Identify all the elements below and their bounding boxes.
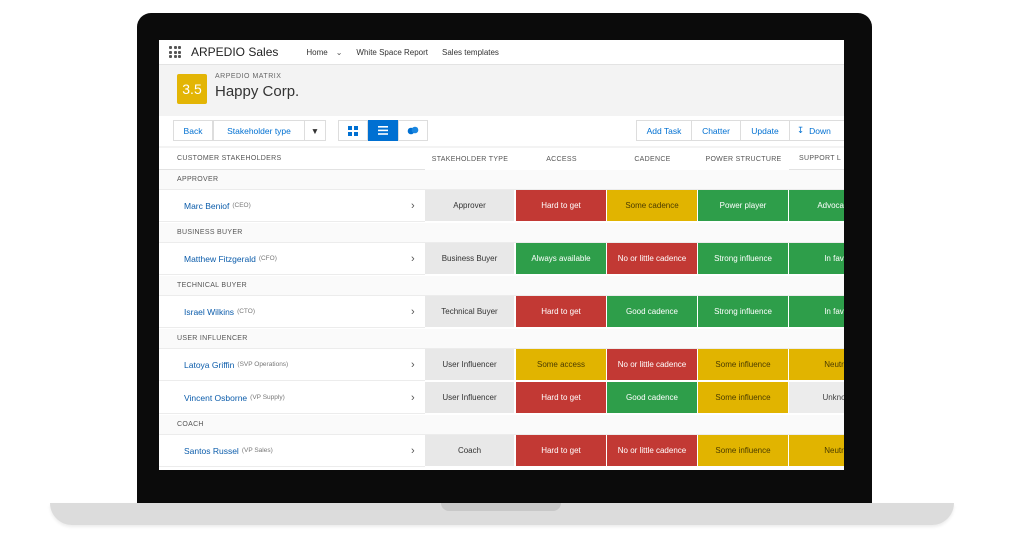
- cadence-cell[interactable]: Good cadence: [607, 382, 698, 414]
- stakeholder-link[interactable]: Marc Beniof (CEO) ›: [159, 190, 425, 222]
- record-header: 3.5 ARPEDIO MATRIX Happy Corp.: [159, 66, 844, 114]
- stakeholder-name[interactable]: Latoya Griffin: [184, 360, 234, 370]
- chevron-down-icon[interactable]: ⌄: [336, 48, 343, 57]
- stakeholder-link[interactable]: Matthew Fitzgerald (CFO) ›: [159, 243, 425, 275]
- column-header-cadence: CADENCE: [607, 148, 698, 171]
- nav-white-space-report[interactable]: White Space Report: [356, 48, 428, 57]
- stakeholder-link[interactable]: Vincent Osborne (VP Supply) ›: [159, 382, 425, 414]
- chevron-right-icon[interactable]: ›: [411, 445, 415, 457]
- group-label: TECHNICAL BUYER: [159, 276, 844, 296]
- stakeholder-type-cell: Approver: [425, 190, 515, 222]
- top-nav: ARPEDIO Sales Home ⌄ White Space Report …: [159, 40, 844, 65]
- list-view-icon[interactable]: [368, 120, 398, 141]
- power-structure-cell[interactable]: Some influence: [698, 349, 789, 381]
- stakeholder-role: (VP Supply): [250, 394, 285, 401]
- download-button[interactable]: ↧ Down: [789, 120, 844, 141]
- nav-sales-templates[interactable]: Sales templates: [442, 48, 499, 57]
- power-structure-cell[interactable]: Strong influence: [698, 243, 789, 275]
- download-icon: ↧: [797, 125, 805, 135]
- stakeholder-type-cell: User Influencer: [425, 382, 515, 414]
- support-cell[interactable]: In fav: [789, 296, 844, 328]
- chevron-right-icon[interactable]: ›: [411, 306, 415, 318]
- stakeholder-type-cell: Business Buyer: [425, 243, 515, 275]
- stakeholder-name[interactable]: Matthew Fitzgerald: [184, 254, 256, 264]
- cadence-cell[interactable]: No or little cadence: [607, 435, 698, 467]
- relationship-map-icon[interactable]: [398, 120, 428, 141]
- power-structure-cell[interactable]: Some influence: [698, 382, 789, 414]
- column-header-power-structure: POWER STRUCTURE: [698, 148, 789, 171]
- app-name: ARPEDIO Sales: [191, 45, 279, 59]
- stakeholder-link[interactable]: Santos Russel (VP Sales) ›: [159, 435, 425, 467]
- support-cell[interactable]: Advocate: [789, 190, 844, 222]
- column-header-stakeholder-type: STAKEHOLDER TYPE: [425, 148, 515, 171]
- chevron-right-icon[interactable]: ›: [411, 253, 415, 265]
- chevron-right-icon[interactable]: ›: [411, 200, 415, 212]
- stakeholder-role: (CFO): [258, 255, 277, 262]
- chevron-right-icon[interactable]: ›: [411, 359, 415, 371]
- chatter-button[interactable]: Chatter: [691, 120, 741, 141]
- stakeholder-name[interactable]: Israel Wilkins: [184, 307, 234, 317]
- stakeholder-role: (CEO): [232, 202, 251, 209]
- stakeholder-link[interactable]: Latoya Griffin (SVP Operations) ›: [159, 349, 425, 381]
- power-structure-cell[interactable]: Some influence: [698, 435, 789, 467]
- stakeholder-type-cell: Coach: [425, 435, 515, 467]
- support-cell[interactable]: In fav: [789, 243, 844, 275]
- access-cell[interactable]: Always available: [516, 243, 607, 275]
- column-header-access: ACCESS: [516, 148, 607, 171]
- chevron-right-icon[interactable]: ›: [411, 392, 415, 404]
- score-badge: 3.5: [177, 74, 207, 104]
- cadence-cell[interactable]: Good cadence: [607, 296, 698, 328]
- group-label: COACH: [159, 415, 844, 435]
- dropdown-caret-icon[interactable]: ▼: [304, 120, 326, 141]
- page-title: Happy Corp.: [215, 83, 300, 100]
- group-label: BUSINESS BUYER: [159, 223, 844, 243]
- column-header-customer-stakeholders: CUSTOMER STAKEHOLDERS: [159, 148, 425, 170]
- toolbar: Back Stakeholder type ▼ Add Task Chatter…: [159, 116, 844, 146]
- update-button[interactable]: Update: [740, 120, 790, 141]
- access-cell[interactable]: Some access: [516, 349, 607, 381]
- access-cell[interactable]: Hard to get: [516, 296, 607, 328]
- grid-view-icon[interactable]: [338, 120, 368, 141]
- cadence-cell[interactable]: No or little cadence: [607, 243, 698, 275]
- stakeholder-link[interactable]: Israel Wilkins (CTO) ›: [159, 296, 425, 328]
- app-screen: ARPEDIO Sales Home ⌄ White Space Report …: [159, 40, 844, 470]
- laptop-notch: [441, 503, 561, 511]
- back-button[interactable]: Back: [173, 120, 213, 141]
- matrix-label: ARPEDIO MATRIX: [215, 73, 282, 80]
- cadence-cell[interactable]: Some cadence: [607, 190, 698, 222]
- cadence-cell[interactable]: No or little cadence: [607, 349, 698, 381]
- support-cell[interactable]: Unkno: [789, 382, 844, 414]
- download-label: Down: [809, 125, 831, 136]
- access-cell[interactable]: Hard to get: [516, 382, 607, 414]
- column-header-support: SUPPORT L: [789, 148, 844, 170]
- app-launcher-icon[interactable]: [169, 46, 181, 58]
- group-label: APPROVER: [159, 170, 844, 190]
- support-cell[interactable]: Neutr: [789, 349, 844, 381]
- stakeholder-matrix-table: CUSTOMER STAKEHOLDERS STAKEHOLDER TYPE A…: [159, 148, 844, 470]
- add-task-button[interactable]: Add Task: [636, 120, 692, 141]
- power-structure-cell[interactable]: Strong influence: [698, 296, 789, 328]
- stakeholder-type-cell: Technical Buyer: [425, 296, 515, 328]
- group-label: USER INFLUENCER: [159, 329, 844, 349]
- stakeholder-name[interactable]: Santos Russel: [184, 446, 239, 456]
- stakeholder-type-button[interactable]: Stakeholder type: [213, 120, 305, 141]
- access-cell[interactable]: Hard to get: [516, 190, 607, 222]
- stakeholder-name[interactable]: Vincent Osborne: [184, 393, 247, 403]
- stakeholder-type-cell: User Influencer: [425, 349, 515, 381]
- access-cell[interactable]: Hard to get: [516, 435, 607, 467]
- stakeholder-role: (VP Sales): [241, 447, 273, 454]
- stakeholder-role: (SVP Operations): [237, 361, 289, 368]
- support-cell[interactable]: Neutr: [789, 435, 844, 467]
- stakeholder-role: (CTO): [237, 308, 255, 315]
- power-structure-cell[interactable]: Power player: [698, 190, 789, 222]
- stakeholder-name[interactable]: Marc Beniof: [184, 201, 229, 211]
- nav-home[interactable]: Home: [306, 48, 327, 57]
